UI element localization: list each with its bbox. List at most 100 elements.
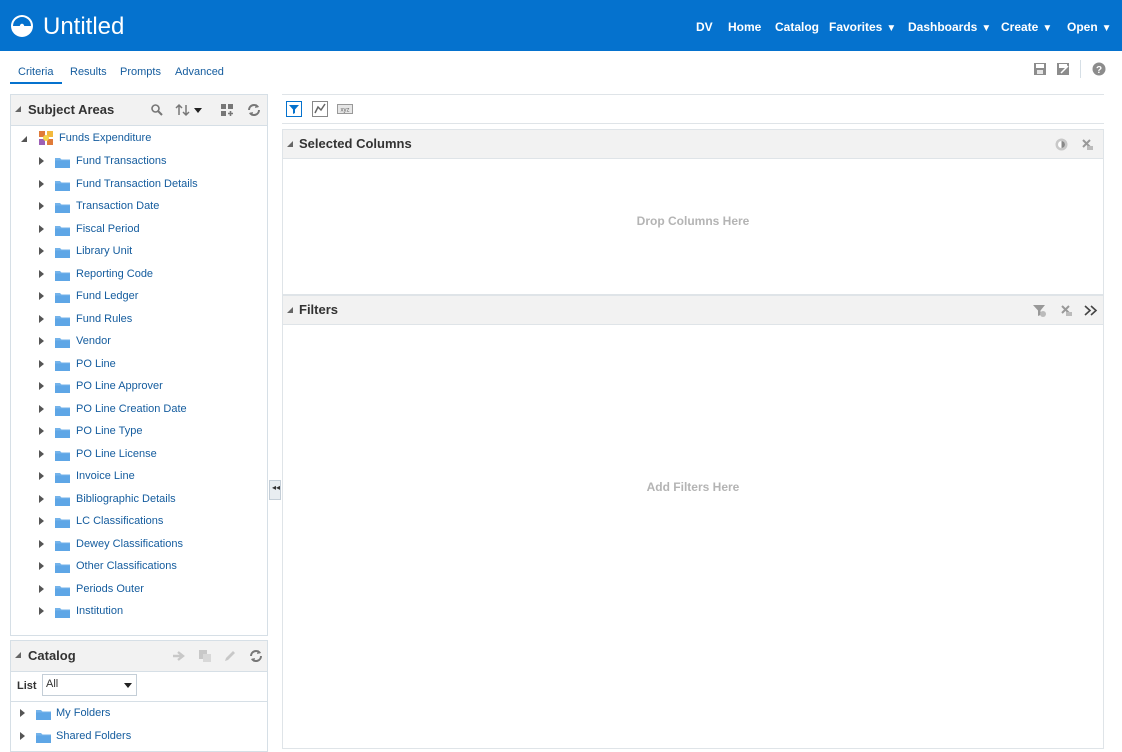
tab-prompts[interactable]: Prompts bbox=[120, 64, 161, 80]
save-as-icon[interactable] bbox=[1056, 62, 1070, 76]
collapse-icon[interactable] bbox=[287, 307, 293, 313]
expand-arrow-icon[interactable] bbox=[39, 269, 44, 278]
show-hide-icon[interactable] bbox=[1054, 137, 1069, 152]
tree-folder-item[interactable]: LC Classifications bbox=[11, 512, 267, 530]
tree-folder-item[interactable]: Fund Transaction Details bbox=[11, 175, 267, 193]
folder-icon bbox=[55, 538, 70, 551]
list-select[interactable]: All bbox=[42, 674, 137, 696]
add-filter-icon[interactable] bbox=[1032, 303, 1047, 318]
filters-dropzone[interactable]: Add Filters Here bbox=[282, 325, 1104, 749]
nav-dashboards[interactable]: Dashboards ▼ bbox=[908, 18, 991, 36]
panel-splitter[interactable]: ◂◂ bbox=[269, 480, 281, 500]
expand-arrow-icon[interactable] bbox=[39, 292, 44, 300]
expand-arrow-icon[interactable] bbox=[39, 179, 44, 188]
tree-folder-item[interactable]: Fiscal Period bbox=[11, 220, 267, 238]
expand-arrow-icon[interactable] bbox=[39, 224, 44, 233]
expand-arrow-icon[interactable] bbox=[39, 517, 44, 525]
page-title: Untitled bbox=[43, 13, 125, 40]
tree-folder-label: Fund Transactions bbox=[76, 155, 167, 167]
clear-filters-icon[interactable] bbox=[1059, 303, 1074, 318]
catalog-folder-item[interactable]: Shared Folders bbox=[11, 727, 267, 745]
tree-folder-item[interactable]: Vendor bbox=[11, 332, 267, 350]
nav-create[interactable]: Create ▼ bbox=[1001, 18, 1052, 36]
expand-arrow-icon[interactable] bbox=[39, 404, 44, 413]
analytics-logo-icon[interactable] bbox=[10, 14, 34, 38]
copy-icon[interactable] bbox=[198, 649, 212, 663]
nav-open[interactable]: Open ▼ bbox=[1067, 18, 1112, 36]
selected-columns-dropzone[interactable]: Drop Columns Here bbox=[282, 159, 1104, 295]
tree-folder-label: PO Line License bbox=[76, 447, 157, 460]
nav-catalog[interactable]: Catalog bbox=[775, 18, 819, 36]
svg-text:xyz: xyz bbox=[341, 108, 350, 114]
tree-folder-item[interactable]: Fund Transactions bbox=[11, 152, 267, 170]
xyz-icon[interactable]: xyz bbox=[337, 101, 353, 117]
tree-folder-item[interactable]: Institution bbox=[11, 602, 267, 620]
edit-icon[interactable] bbox=[223, 649, 237, 663]
collapse-left-icon: ◂◂ bbox=[272, 483, 281, 492]
nav-dv[interactable]: DV bbox=[696, 18, 713, 36]
tree-root-funds-expenditure[interactable]: Funds Expenditure bbox=[11, 129, 267, 147]
help-icon[interactable]: ? bbox=[1092, 62, 1106, 76]
collapse-icon[interactable] bbox=[15, 106, 21, 112]
tree-folder-item[interactable]: PO Line Type bbox=[11, 422, 267, 440]
catalog-panel: Catalog List All My Folders Shared Folder… bbox=[10, 640, 268, 752]
tab-advanced[interactable]: Advanced bbox=[175, 64, 224, 80]
folder-icon bbox=[55, 223, 70, 236]
expanded-icon[interactable] bbox=[21, 136, 27, 142]
tree-folder-label: PO Line Approver bbox=[76, 380, 163, 392]
tree-folder-item[interactable]: Other Classifications bbox=[11, 557, 267, 575]
expand-arrow-icon[interactable] bbox=[39, 494, 44, 503]
tree-folder-item[interactable]: PO Line Creation Date bbox=[11, 400, 267, 418]
expand-arrow-icon[interactable] bbox=[39, 359, 44, 368]
expand-arrow-icon[interactable] bbox=[39, 449, 44, 458]
save-icon[interactable] bbox=[1033, 62, 1047, 76]
tree-folder-item[interactable]: PO Line License bbox=[11, 445, 267, 463]
tree-folder-item[interactable]: Dewey Classifications bbox=[11, 535, 267, 553]
expand-arrow-icon[interactable] bbox=[39, 157, 44, 165]
expand-arrow-icon[interactable] bbox=[39, 202, 44, 210]
refresh-icon[interactable] bbox=[249, 649, 263, 663]
collapse-icon[interactable] bbox=[15, 652, 21, 658]
collapse-icon[interactable] bbox=[287, 141, 293, 147]
expand-arrow-icon[interactable] bbox=[39, 472, 44, 480]
edit-formula-icon[interactable] bbox=[312, 101, 328, 117]
tree-folder-item[interactable]: Reporting Code bbox=[11, 265, 267, 283]
tree-folder-item[interactable]: Periods Outer bbox=[11, 580, 267, 598]
more-options-icon[interactable] bbox=[1083, 303, 1098, 318]
clear-all-icon[interactable] bbox=[1080, 137, 1095, 152]
tree-folder-item[interactable]: Bibliographic Details bbox=[11, 490, 267, 508]
expand-arrow-icon[interactable] bbox=[39, 314, 44, 323]
tab-results[interactable]: Results bbox=[70, 64, 107, 80]
expand-arrow-icon[interactable] bbox=[39, 427, 44, 435]
tree-folder-item[interactable]: Invoice Line bbox=[11, 467, 267, 485]
expand-arrow-icon[interactable] bbox=[39, 247, 44, 255]
expand-arrow-icon[interactable] bbox=[39, 382, 44, 390]
sort-icon[interactable] bbox=[175, 103, 205, 117]
add-subject-area-icon[interactable] bbox=[220, 103, 234, 117]
tree-folder-item[interactable]: Library Unit bbox=[11, 242, 267, 260]
chevron-down-icon: ▼ bbox=[981, 23, 992, 34]
expand-arrow-icon[interactable] bbox=[39, 607, 44, 615]
list-select-value: All bbox=[46, 678, 59, 690]
tree-folder-item[interactable]: PO Line bbox=[11, 355, 267, 373]
expand-arrow-icon[interactable] bbox=[39, 539, 44, 548]
top-bar: Untitled DV Home Catalog Favorites ▼ Dash… bbox=[0, 0, 1122, 51]
expand-arrow-icon[interactable] bbox=[20, 709, 25, 717]
tree-folder-item[interactable]: Fund Rules bbox=[11, 310, 267, 328]
tree-folder-item[interactable]: Transaction Date bbox=[11, 197, 267, 215]
expand-arrow-icon[interactable] bbox=[20, 732, 25, 740]
tree-folder-item[interactable]: Fund Ledger bbox=[11, 287, 267, 305]
tree-folder-item[interactable]: PO Line Approver bbox=[11, 377, 267, 395]
expand-arrow-icon[interactable] bbox=[39, 562, 44, 570]
catalog-folder-item[interactable]: My Folders bbox=[11, 704, 267, 722]
tree-folder-label: Fiscal Period bbox=[76, 222, 140, 235]
tab-criteria[interactable]: Criteria bbox=[18, 64, 53, 80]
nav-favorites[interactable]: Favorites ▼ bbox=[829, 18, 896, 36]
search-icon[interactable] bbox=[150, 103, 164, 117]
arrow-right-icon[interactable] bbox=[172, 649, 186, 663]
refresh-icon[interactable] bbox=[247, 103, 261, 117]
expand-arrow-icon[interactable] bbox=[39, 337, 44, 345]
nav-home[interactable]: Home bbox=[728, 18, 761, 36]
filter-toggle-icon[interactable] bbox=[286, 101, 302, 117]
expand-arrow-icon[interactable] bbox=[39, 584, 44, 593]
